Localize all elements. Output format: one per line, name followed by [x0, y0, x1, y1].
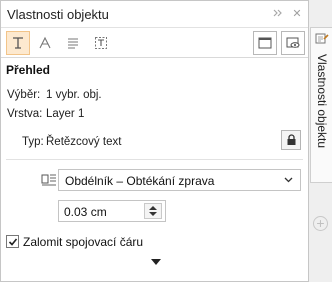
- window-eye-icon: [286, 37, 300, 48]
- lock-button[interactable]: [281, 130, 301, 150]
- panel-titlebar: Vlastnosti objektu ✕: [1, 1, 308, 28]
- frame-text-icon: [95, 37, 107, 49]
- layer-value: Layer 1: [46, 108, 85, 120]
- layer-label: Vrstva:: [7, 108, 43, 120]
- expand-section-icon[interactable]: [151, 259, 161, 265]
- paragraph-icon: [68, 38, 78, 49]
- add-docker-icon[interactable]: +: [313, 216, 328, 231]
- artistic-text-icon: [39, 36, 51, 49]
- tab-frame-text[interactable]: [89, 31, 113, 55]
- side-tab-object-properties[interactable]: Vlastnosti objektu: [310, 27, 332, 183]
- object-properties-panel: Vlastnosti objektu ✕ Přehled Výběr: 1 vy…: [0, 0, 309, 282]
- panel-title: Vlastnosti objektu: [7, 7, 109, 22]
- character-icon: [13, 37, 23, 49]
- wrap-style-dropdown[interactable]: Obdélník – Obtékání zprava: [58, 169, 301, 191]
- side-tab-label: Vlastnosti objektu: [315, 54, 329, 149]
- chevron-down-icon: [284, 177, 293, 183]
- tab-paragraph[interactable]: [61, 31, 85, 55]
- preview-toggle-button[interactable]: [281, 31, 305, 55]
- properties-tabbar: [1, 28, 308, 58]
- type-label: Typ:: [22, 136, 44, 148]
- docker-side-strip: Vlastnosti objektu +: [309, 0, 332, 282]
- tab-artistic-text[interactable]: [33, 31, 57, 55]
- object-properties-icon: [315, 33, 329, 44]
- selection-value: 1 vybr. obj.: [46, 89, 102, 101]
- section-title: Přehled: [6, 63, 51, 77]
- wrap-style-value: Obdélník – Obtékání zprava: [65, 174, 215, 188]
- lock-icon: [287, 134, 295, 145]
- frame-options-button[interactable]: [253, 31, 277, 55]
- selection-label: Výběr:: [7, 89, 41, 101]
- window-icon: [258, 37, 272, 49]
- wrap-offset-spinner[interactable]: 0.03 cm: [58, 200, 166, 222]
- double-chevron-right-icon[interactable]: [271, 7, 285, 21]
- wrap-offset-value: 0.03 cm: [64, 205, 107, 219]
- spinner-arrows-icon[interactable]: [144, 203, 162, 219]
- checkmark-icon: [8, 237, 17, 246]
- close-icon[interactable]: ✕: [290, 7, 304, 21]
- break-connector-checkbox[interactable]: [6, 235, 19, 248]
- break-connector-label: Zalomit spojovací čáru: [23, 235, 144, 249]
- section-divider: [6, 159, 303, 160]
- type-value: Řetězcový text: [46, 136, 122, 148]
- tab-character[interactable]: [6, 31, 30, 55]
- text-wrap-icon: [41, 174, 56, 186]
